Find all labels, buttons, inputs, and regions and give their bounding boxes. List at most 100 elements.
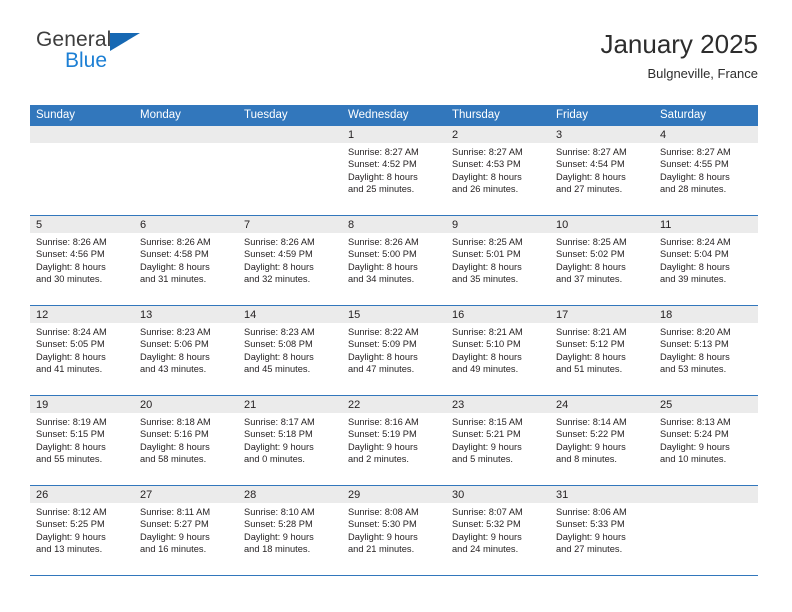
day-cell[interactable]: 20 Sunrise: 8:18 AM Sunset: 5:16 PM Dayl… (134, 396, 238, 485)
day-cell[interactable]: 28 Sunrise: 8:10 AM Sunset: 5:28 PM Dayl… (238, 486, 342, 575)
day-cell[interactable]: 10 Sunrise: 8:25 AM Sunset: 5:02 PM Dayl… (550, 216, 654, 305)
sunset-text: Sunset: 4:58 PM (140, 249, 209, 260)
daylight-text-line1: Daylight: 9 hours (348, 441, 418, 452)
day-info: Sunrise: 8:21 AM Sunset: 5:10 PM Dayligh… (446, 323, 550, 375)
day-info: Sunrise: 8:21 AM Sunset: 5:12 PM Dayligh… (550, 323, 654, 375)
day-number: 6 (134, 216, 238, 233)
sunset-text: Sunset: 5:09 PM (348, 339, 417, 350)
day-cell[interactable]: 19 Sunrise: 8:19 AM Sunset: 5:15 PM Dayl… (30, 396, 134, 485)
day-cell[interactable]: 21 Sunrise: 8:17 AM Sunset: 5:18 PM Dayl… (238, 396, 342, 485)
day-number: 27 (134, 486, 238, 503)
sunrise-text: Sunrise: 8:24 AM (660, 237, 731, 247)
day-info (238, 143, 342, 146)
day-cell[interactable]: 31 Sunrise: 8:06 AM Sunset: 5:33 PM Dayl… (550, 486, 654, 575)
day-number: 24 (550, 396, 654, 413)
day-cell[interactable]: 22 Sunrise: 8:16 AM Sunset: 5:19 PM Dayl… (342, 396, 446, 485)
daylight-text-line1: Daylight: 8 hours (36, 351, 106, 362)
day-info: Sunrise: 8:24 AM Sunset: 5:05 PM Dayligh… (30, 323, 134, 375)
day-number: 29 (342, 486, 446, 503)
day-number: 23 (446, 396, 550, 413)
day-number (30, 126, 134, 143)
day-info: Sunrise: 8:27 AM Sunset: 4:53 PM Dayligh… (446, 143, 550, 195)
daylight-text-line2: and 13 minutes. (36, 543, 103, 554)
day-info: Sunrise: 8:25 AM Sunset: 5:01 PM Dayligh… (446, 233, 550, 285)
weekday-header-saturday: Saturday (660, 109, 707, 121)
day-cell[interactable]: 9 Sunrise: 8:25 AM Sunset: 5:01 PM Dayli… (446, 216, 550, 305)
sunrise-text: Sunrise: 8:21 AM (556, 327, 627, 337)
weekday-header-thursday: Thursday (452, 109, 500, 121)
day-cell[interactable]: 27 Sunrise: 8:11 AM Sunset: 5:27 PM Dayl… (134, 486, 238, 575)
sunrise-text: Sunrise: 8:08 AM (348, 507, 419, 517)
weekday-header-friday: Friday (556, 109, 588, 121)
day-number (654, 486, 758, 503)
day-cell[interactable] (134, 126, 238, 215)
sunset-text: Sunset: 5:27 PM (140, 519, 209, 530)
general-blue-logo: General Blue (34, 28, 254, 88)
week-row: 19 Sunrise: 8:19 AM Sunset: 5:15 PM Dayl… (30, 396, 758, 486)
sunrise-text: Sunrise: 8:26 AM (36, 237, 107, 247)
sunrise-text: Sunrise: 8:06 AM (556, 507, 627, 517)
day-cell[interactable]: 11 Sunrise: 8:24 AM Sunset: 5:04 PM Dayl… (654, 216, 758, 305)
day-info: Sunrise: 8:10 AM Sunset: 5:28 PM Dayligh… (238, 503, 342, 555)
day-info: Sunrise: 8:13 AM Sunset: 5:24 PM Dayligh… (654, 413, 758, 465)
sunset-text: Sunset: 5:28 PM (244, 519, 313, 530)
day-cell[interactable]: 12 Sunrise: 8:24 AM Sunset: 5:05 PM Dayl… (30, 306, 134, 395)
sunset-text: Sunset: 5:13 PM (660, 339, 729, 350)
daylight-text-line2: and 31 minutes. (140, 273, 207, 284)
day-cell[interactable]: 4 Sunrise: 8:27 AM Sunset: 4:55 PM Dayli… (654, 126, 758, 215)
day-cell[interactable] (654, 486, 758, 575)
sunset-text: Sunset: 5:24 PM (660, 429, 729, 440)
day-number: 19 (30, 396, 134, 413)
day-cell[interactable]: 30 Sunrise: 8:07 AM Sunset: 5:32 PM Dayl… (446, 486, 550, 575)
sunrise-text: Sunrise: 8:12 AM (36, 507, 107, 517)
day-cell[interactable]: 29 Sunrise: 8:08 AM Sunset: 5:30 PM Dayl… (342, 486, 446, 575)
daylight-text-line2: and 27 minutes. (556, 543, 623, 554)
daylight-text-line1: Daylight: 9 hours (36, 531, 106, 542)
day-cell[interactable]: 18 Sunrise: 8:20 AM Sunset: 5:13 PM Dayl… (654, 306, 758, 395)
daylight-text-line2: and 47 minutes. (348, 363, 415, 374)
daylight-text-line1: Daylight: 8 hours (348, 171, 418, 182)
day-cell[interactable]: 26 Sunrise: 8:12 AM Sunset: 5:25 PM Dayl… (30, 486, 134, 575)
day-cell[interactable]: 3 Sunrise: 8:27 AM Sunset: 4:54 PM Dayli… (550, 126, 654, 215)
day-cell[interactable]: 23 Sunrise: 8:15 AM Sunset: 5:21 PM Dayl… (446, 396, 550, 485)
day-cell[interactable]: 16 Sunrise: 8:21 AM Sunset: 5:10 PM Dayl… (446, 306, 550, 395)
sunrise-text: Sunrise: 8:21 AM (452, 327, 523, 337)
day-number: 4 (654, 126, 758, 143)
weekday-header-wednesday: Wednesday (348, 109, 409, 121)
sunset-text: Sunset: 5:32 PM (452, 519, 521, 530)
day-cell[interactable]: 7 Sunrise: 8:26 AM Sunset: 4:59 PM Dayli… (238, 216, 342, 305)
sunset-text: Sunset: 5:08 PM (244, 339, 313, 350)
day-cell[interactable]: 15 Sunrise: 8:22 AM Sunset: 5:09 PM Dayl… (342, 306, 446, 395)
sunset-text: Sunset: 5:04 PM (660, 249, 729, 260)
day-cell[interactable]: 17 Sunrise: 8:21 AM Sunset: 5:12 PM Dayl… (550, 306, 654, 395)
day-cell[interactable]: 5 Sunrise: 8:26 AM Sunset: 4:56 PM Dayli… (30, 216, 134, 305)
sunrise-text: Sunrise: 8:26 AM (244, 237, 315, 247)
day-cell[interactable]: 2 Sunrise: 8:27 AM Sunset: 4:53 PM Dayli… (446, 126, 550, 215)
sunrise-text: Sunrise: 8:16 AM (348, 417, 419, 427)
day-number (134, 126, 238, 143)
day-cell[interactable]: 24 Sunrise: 8:14 AM Sunset: 5:22 PM Dayl… (550, 396, 654, 485)
daylight-text-line2: and 30 minutes. (36, 273, 103, 284)
day-number: 30 (446, 486, 550, 503)
day-cell[interactable] (30, 126, 134, 215)
sunset-text: Sunset: 5:25 PM (36, 519, 105, 530)
daylight-text-line2: and 34 minutes. (348, 273, 415, 284)
day-number: 22 (342, 396, 446, 413)
day-cell[interactable]: 1 Sunrise: 8:27 AM Sunset: 4:52 PM Dayli… (342, 126, 446, 215)
daylight-text-line1: Daylight: 8 hours (556, 261, 626, 272)
day-number: 7 (238, 216, 342, 233)
sunset-text: Sunset: 5:21 PM (452, 429, 521, 440)
logo-text-blue: Blue (65, 49, 108, 72)
day-info: Sunrise: 8:18 AM Sunset: 5:16 PM Dayligh… (134, 413, 238, 465)
day-cell[interactable] (238, 126, 342, 215)
daylight-text-line1: Daylight: 9 hours (556, 441, 626, 452)
daylight-text-line1: Daylight: 8 hours (660, 171, 730, 182)
day-info: Sunrise: 8:23 AM Sunset: 5:06 PM Dayligh… (134, 323, 238, 375)
day-cell[interactable]: 13 Sunrise: 8:23 AM Sunset: 5:06 PM Dayl… (134, 306, 238, 395)
day-cell[interactable]: 14 Sunrise: 8:23 AM Sunset: 5:08 PM Dayl… (238, 306, 342, 395)
day-cell[interactable]: 8 Sunrise: 8:26 AM Sunset: 5:00 PM Dayli… (342, 216, 446, 305)
day-cell[interactable]: 6 Sunrise: 8:26 AM Sunset: 4:58 PM Dayli… (134, 216, 238, 305)
calendar-grid: Sunday Monday Tuesday Wednesday Thursday… (30, 105, 758, 576)
day-cell[interactable]: 25 Sunrise: 8:13 AM Sunset: 5:24 PM Dayl… (654, 396, 758, 485)
week-row: 12 Sunrise: 8:24 AM Sunset: 5:05 PM Dayl… (30, 306, 758, 396)
